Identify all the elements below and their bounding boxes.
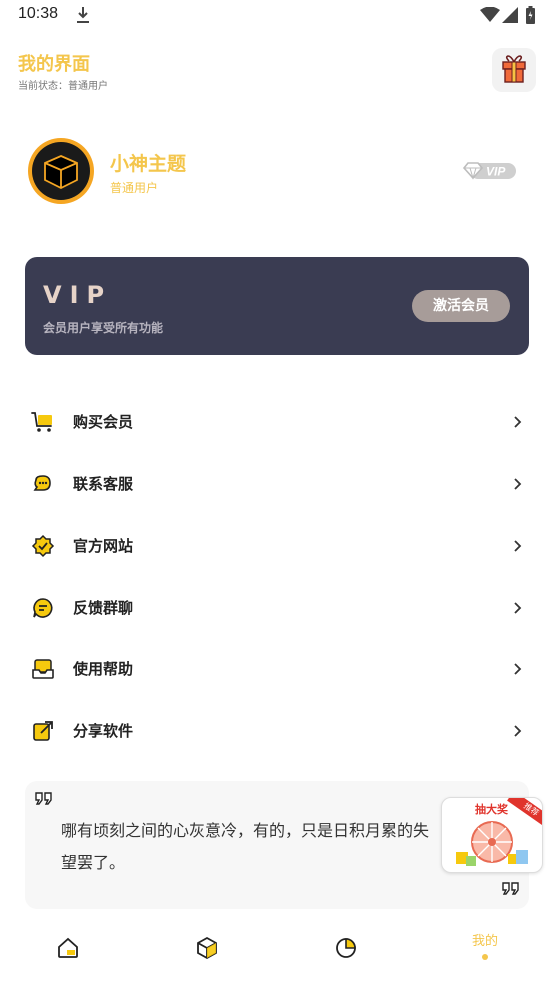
username: 小神主题 — [110, 153, 187, 175]
battery-icon — [526, 6, 535, 24]
wifi-icon — [480, 7, 500, 22]
chevron-right-icon — [514, 725, 522, 737]
vip-title: VIP — [43, 281, 113, 309]
chevron-right-icon — [514, 663, 522, 675]
nav-themes[interactable] — [157, 918, 257, 978]
chevron-right-icon — [514, 602, 522, 614]
lottery-label: 抽大奖 — [475, 803, 508, 816]
pie-chart-icon — [336, 938, 356, 958]
menu-item-label: 购买会员 — [73, 413, 134, 431]
status-subtitle: 当前状态：普通用户 — [18, 81, 108, 92]
vip-description: 会员用户享受所有功能 — [43, 321, 164, 335]
vip-diamond-badge-icon: VIP — [462, 162, 516, 180]
menu-item-label: 官方网站 — [73, 537, 134, 555]
prize-wheel-icon — [456, 821, 528, 866]
open-quote-icon — [35, 792, 52, 805]
menu-item-label: 联系客服 — [73, 475, 134, 493]
chevron-right-icon — [514, 478, 522, 490]
home-icon — [58, 937, 78, 958]
menu-item-help[interactable]: 使用帮助 — [25, 644, 529, 694]
user-level: 普通用户 — [110, 181, 159, 195]
vip-badge-text: VIP — [486, 165, 506, 179]
signal-icon — [502, 7, 518, 23]
share-icon — [33, 721, 53, 741]
verified-badge-icon — [31, 534, 55, 558]
status-bar: 10:38 — [0, 0, 554, 30]
nav-home[interactable] — [18, 918, 118, 978]
inbox-icon — [32, 659, 54, 679]
page-title: 我的界面 — [18, 54, 90, 75]
message-icon — [33, 598, 53, 618]
nav-mine[interactable]: 我的 — [435, 918, 535, 978]
gift-button[interactable] — [492, 48, 536, 92]
nav-mine-label: 我的 — [471, 934, 498, 949]
menu-item-share-app[interactable]: 分享软件 — [25, 706, 529, 756]
chevron-right-icon — [514, 416, 522, 428]
quote-text: 哪有顷刻之间的心灰意冷，有的，只是日积月累的失望罢了。 — [61, 821, 430, 872]
bottom-nav: 我的 — [0, 918, 554, 984]
avatar[interactable] — [28, 138, 94, 204]
active-indicator-dot — [482, 954, 488, 960]
cube-icon — [197, 936, 217, 960]
menu-item-label: 使用帮助 — [73, 660, 134, 678]
lottery-widget[interactable]: 抽大奖 推荐 — [441, 797, 543, 873]
download-icon — [77, 7, 89, 23]
nav-stats[interactable] — [296, 918, 396, 978]
menu-item-label: 分享软件 — [73, 722, 134, 740]
menu-item-customer-service[interactable]: 联系客服 — [25, 459, 529, 509]
gift-icon — [502, 55, 526, 83]
avatar-image — [32, 142, 90, 200]
menu-item-buy-membership[interactable]: 购买会员 — [25, 397, 529, 447]
box-icon — [44, 155, 78, 190]
activate-membership-button[interactable]: 激活会员 — [412, 290, 510, 322]
cart-icon — [31, 412, 52, 432]
chevron-right-icon — [514, 540, 522, 552]
vip-card: VIP 会员用户享受所有功能 激活会员 — [25, 257, 529, 355]
clock: 10:38 — [18, 5, 59, 22]
menu-item-feedback-group[interactable]: 反馈群聊 — [25, 583, 529, 633]
close-quote-icon — [502, 882, 519, 895]
menu-item-label: 反馈群聊 — [73, 599, 134, 617]
menu-item-official-website[interactable]: 官方网站 — [25, 521, 529, 571]
chat-icon — [33, 475, 51, 491]
